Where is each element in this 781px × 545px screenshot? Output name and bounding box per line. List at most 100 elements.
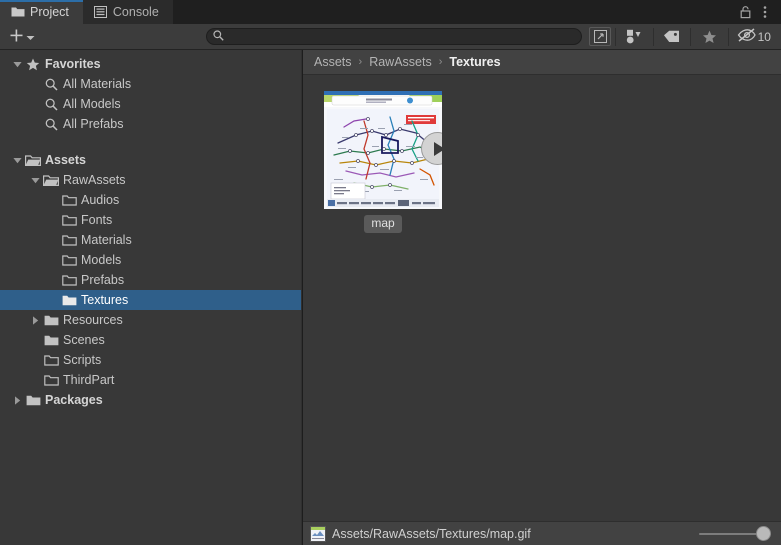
kebab-menu-icon[interactable] [756, 1, 774, 23]
tree-item-label: All Materials [63, 77, 132, 91]
content-panel: Assets › RawAssets › Textures map Assets… [303, 50, 781, 545]
search-icon [42, 98, 60, 111]
tree-item-rawassets[interactable]: RawAssets [0, 170, 301, 190]
breadcrumb-separator: › [358, 56, 363, 68]
tree-item-textures[interactable]: Textures [0, 290, 301, 310]
tree-item-packages[interactable]: Packages [0, 390, 301, 410]
breadcrumb-item-rawassets[interactable]: RawAssets [369, 55, 432, 69]
folder-icon [10, 6, 25, 18]
chevron-down-icon [26, 30, 35, 44]
search-icon [42, 78, 60, 91]
tree-item-materials[interactable]: Materials [0, 230, 301, 250]
tree-item-favorites[interactable]: Favorites [0, 54, 301, 74]
folder-open-icon [42, 174, 60, 187]
tree-item-thirdpart[interactable]: ThirdPart [0, 370, 301, 390]
folder-filled-icon [42, 334, 60, 347]
collapse-arrow-icon[interactable] [10, 61, 24, 68]
tree-item-label: ThirdPart [63, 373, 115, 387]
star-icon [24, 58, 42, 71]
asset-thumbnail [324, 91, 442, 209]
tree-item-label: Assets [45, 153, 86, 167]
asset-label: map [364, 215, 402, 233]
project-tree[interactable]: Favorites All Materials All Models All Pref… [0, 50, 301, 545]
create-asset-button[interactable] [6, 27, 41, 46]
tab-console[interactable]: Console [82, 0, 173, 24]
tree-item-prefabs[interactable]: Prefabs [0, 270, 301, 290]
hidden-assets-indicator[interactable]: 10 [733, 28, 775, 45]
tree-item-label: Materials [81, 233, 132, 247]
folder-empty-icon [60, 234, 78, 247]
filter-by-favorite-button[interactable] [695, 27, 724, 47]
breadcrumb: Assets › RawAssets › Textures [303, 50, 781, 75]
image-thumbnail-icon [310, 525, 326, 542]
search-icon [42, 118, 60, 131]
window-body: Favorites All Materials All Models All Pref… [0, 50, 781, 545]
search-icon [213, 29, 224, 44]
tab-project[interactable]: Project [0, 0, 83, 24]
folder-empty-icon [60, 254, 78, 267]
tree-item-label: Scenes [63, 333, 105, 347]
tab-project-label: Project [30, 5, 69, 19]
folder-empty-icon [42, 354, 60, 367]
plus-icon [10, 29, 23, 45]
tree-item-all-models[interactable]: All Models [0, 94, 301, 114]
folder-empty-icon [42, 374, 60, 387]
tab-bar: Project Console [0, 0, 781, 24]
hidden-assets-count: 10 [757, 29, 771, 44]
asset-grid[interactable]: map [303, 75, 781, 521]
asset-item-map[interactable]: map [321, 91, 445, 233]
tab-bar-controls [736, 0, 781, 24]
tree-item-label: Scripts [63, 353, 102, 367]
status-bar: Assets/RawAssets/Textures/map.gif [303, 521, 781, 545]
tree-item-assets[interactable]: Assets [0, 150, 301, 170]
tree-item-fonts[interactable]: Fonts [0, 210, 301, 230]
eye-crossed-icon [737, 28, 756, 45]
toolbar-separator-3 [690, 27, 692, 46]
lock-open-icon[interactable] [736, 1, 754, 23]
tree-item-label: Packages [45, 393, 103, 407]
tree-item-label: All Models [63, 97, 121, 111]
play-triangle-icon [433, 141, 442, 156]
folder-filled-icon [24, 394, 42, 407]
folder-filled-icon [60, 294, 78, 307]
tree-item-label: Resources [63, 313, 123, 327]
tree-item-all-materials[interactable]: All Materials [0, 74, 301, 94]
breadcrumb-separator: › [438, 56, 443, 68]
search-input[interactable] [229, 30, 576, 43]
zoom-slider[interactable] [699, 526, 771, 542]
tree-item-resources[interactable]: Resources [0, 310, 301, 330]
folder-empty-icon [60, 274, 78, 287]
project-toolbar: 10 [0, 24, 781, 50]
tree-item-label: Models [81, 253, 122, 267]
toolbar-separator-2 [652, 27, 654, 46]
filter-by-label-button[interactable] [658, 27, 687, 47]
filter-by-type-button[interactable] [620, 27, 649, 47]
tab-console-label: Console [112, 5, 159, 19]
breadcrumb-item-assets[interactable]: Assets [314, 55, 352, 69]
tree-item-label: Favorites [45, 57, 101, 71]
tree-item-label: Audios [81, 193, 120, 207]
toolbar-separator [615, 27, 617, 46]
console-lines-icon [93, 6, 108, 18]
collapse-arrow-icon[interactable] [10, 157, 24, 164]
toolbar-separator-4 [727, 27, 729, 46]
unity-project-window: Project Console 10 Favorites All Materia… [0, 0, 781, 545]
tree-item-scripts[interactable]: Scripts [0, 350, 301, 370]
folder-empty-icon [60, 214, 78, 227]
search-field[interactable] [206, 28, 583, 45]
tree-item-audios[interactable]: Audios [0, 190, 301, 210]
tree-item-scenes[interactable]: Scenes [0, 330, 301, 350]
save-search-button[interactable] [589, 27, 612, 46]
zoom-slider-knob[interactable] [756, 526, 771, 541]
tree-item-label: Textures [81, 293, 129, 307]
tree-item-all-prefabs[interactable]: All Prefabs [0, 114, 301, 134]
tree-item-label: Fonts [81, 213, 113, 227]
tree-item-models[interactable]: Models [0, 250, 301, 270]
expand-arrow-icon[interactable] [28, 315, 42, 325]
breadcrumb-item-textures[interactable]: Textures [449, 55, 500, 69]
tree-item-label: Prefabs [81, 273, 125, 287]
expand-arrow-icon[interactable] [10, 395, 24, 405]
tree-item-label: All Prefabs [63, 117, 124, 131]
collapse-arrow-icon[interactable] [28, 177, 42, 184]
